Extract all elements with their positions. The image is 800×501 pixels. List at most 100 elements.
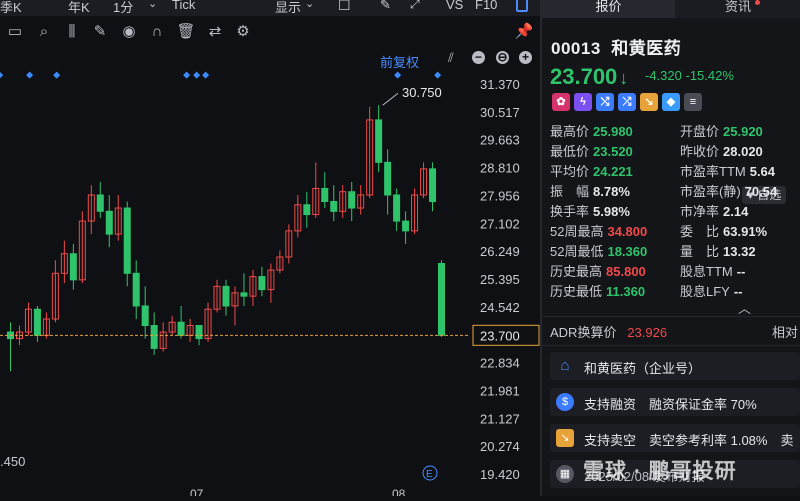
last-price-value: 23.700 bbox=[550, 64, 618, 89]
reset-zoom-icon[interactable]: ⊖ bbox=[496, 51, 509, 64]
zoom-out-icon[interactable]: − bbox=[472, 51, 485, 64]
indicator-icon[interactable]: ⫽ bbox=[448, 50, 454, 66]
search-icon[interactable]: ⌕ bbox=[34, 22, 54, 42]
kline-svg[interactable]: 31.370 30.517 29.663 28.810 27.956 27.102 26.2… bbox=[0, 48, 541, 501]
kline-chart[interactable]: 31.370 30.517 29.663 28.810 27.956 27.102 26.2… bbox=[0, 48, 541, 501]
quote-key: 市盈率TTM bbox=[680, 164, 746, 179]
quote-key: 最高价 bbox=[550, 124, 590, 139]
drawing-toolbar: ▭ ⌕ ⫼ ✎ ◉ ∩ 🗑 ⇄ ⚙ 📌 bbox=[0, 18, 541, 48]
left-quote-4: 换手率 5.98% bbox=[550, 201, 630, 220]
fuquan-selector[interactable]: 前复权 bbox=[380, 52, 419, 71]
period-toolbar: 季K 年K 1分 ⌄ Tick 显示 ⌄ ☐ ✎ ⤢ VS F10 bbox=[0, 0, 541, 16]
event-marker bbox=[0, 71, 4, 79]
collapse-chevron-icon[interactable]: ︿ bbox=[738, 298, 751, 317]
price-change: -4.320 -15.42% bbox=[645, 68, 734, 83]
pin-icon[interactable]: 📌 bbox=[514, 22, 534, 42]
adr-value: 23.926 bbox=[627, 325, 668, 340]
event-marker bbox=[434, 71, 442, 79]
zoom-in-icon[interactable]: + bbox=[519, 51, 532, 64]
y-tick-label: 27.102 bbox=[480, 216, 520, 231]
quote-value: 85.800 bbox=[606, 264, 646, 279]
display-menu[interactable]: 显示 bbox=[275, 0, 301, 16]
left-quote-5: 52周最高 34.800 bbox=[550, 221, 647, 240]
y-tick-label: 29.663 bbox=[480, 133, 520, 148]
candle-body bbox=[33, 308, 41, 336]
quote-key: 开盘价 bbox=[680, 124, 720, 139]
adr-row: ADR换算价 23.926 相对 bbox=[550, 322, 798, 341]
dollar-icon: $ bbox=[556, 393, 574, 411]
f10-button[interactable]: F10 bbox=[475, 0, 497, 12]
quote-value: 18.360 bbox=[607, 244, 648, 259]
tab-news[interactable]: 资讯 bbox=[676, 0, 800, 18]
left-quote-7: 历史最高 85.800 bbox=[550, 261, 646, 280]
quote-value: -- bbox=[733, 284, 743, 299]
layout-toggle-icon[interactable] bbox=[516, 0, 528, 12]
magnet-icon[interactable]: ∩ bbox=[147, 22, 167, 42]
pen-icon[interactable]: ✎ bbox=[90, 22, 110, 42]
candle-body bbox=[132, 272, 140, 307]
short-selling-label: 支持卖空 卖空参考利率 1.08% 卖 bbox=[584, 433, 794, 448]
brush-icon[interactable]: ✎ bbox=[380, 0, 391, 13]
shuffle-icon[interactable]: ⤭ bbox=[596, 93, 614, 111]
candle-body bbox=[150, 325, 158, 349]
trend-down-icon[interactable]: ↘ bbox=[640, 93, 658, 111]
quote-value: 28.020 bbox=[723, 144, 763, 159]
candle-tool-icon[interactable]: ⫼ bbox=[62, 22, 82, 42]
eye-icon[interactable]: ◉ bbox=[119, 22, 139, 42]
left-quote-0: 最高价 25.980 bbox=[550, 121, 633, 140]
period-tick[interactable]: Tick bbox=[172, 0, 195, 12]
square-icon[interactable]: ☐ bbox=[338, 0, 351, 14]
gear-icon[interactable]: ⚙ bbox=[233, 22, 253, 42]
chevron-down-icon[interactable]: ⌄ bbox=[148, 0, 157, 10]
left-quote-1: 最低价 23.520 bbox=[550, 141, 633, 160]
short-trend-icon: ↘ bbox=[556, 429, 574, 447]
company-account-row[interactable]: ⌂ 和黄医药（企业号） bbox=[550, 352, 800, 380]
right-quote-4: 市净率 2.14 bbox=[680, 201, 748, 220]
y-tick-label: 26.249 bbox=[480, 244, 520, 259]
y-tick-label: 25.395 bbox=[480, 272, 520, 287]
candle-body bbox=[438, 263, 446, 336]
candle-body bbox=[384, 161, 392, 196]
right-quote-1: 昨收价 28.020 bbox=[680, 141, 763, 160]
right-quote-2: 市盈率TTM 5.64 bbox=[680, 161, 775, 180]
candle-body bbox=[123, 207, 131, 274]
event-marker bbox=[53, 71, 61, 79]
margin-financing-row[interactable]: $ 支持融资 融资保证金率 70% bbox=[550, 388, 800, 416]
fullscreen-icon[interactable]: ⤢ bbox=[410, 0, 420, 12]
right-quote-8: 股息LFY -- bbox=[680, 281, 743, 300]
candle-body bbox=[402, 220, 410, 232]
divider bbox=[542, 316, 800, 317]
comment-icon[interactable]: ▭ bbox=[5, 22, 25, 42]
tag-icon[interactable]: ◆ bbox=[662, 93, 680, 111]
adr-label: ADR换算价 bbox=[550, 325, 617, 340]
quote-value: 63.91% bbox=[723, 224, 768, 239]
trash-icon[interactable]: 🗑 bbox=[176, 22, 196, 42]
candle-body bbox=[177, 321, 185, 336]
sync-icon[interactable]: ⇄ bbox=[205, 22, 225, 42]
chevron-down-icon[interactable]: ⌄ bbox=[305, 0, 314, 10]
quote-key: 振 幅 bbox=[550, 184, 590, 199]
document-icon[interactable]: ≡ bbox=[684, 93, 702, 111]
left-quote-6: 52周最低 18.360 bbox=[550, 241, 647, 260]
y-tick-label: 20.274 bbox=[480, 439, 520, 454]
down-arrow-icon: ↓ bbox=[619, 68, 629, 88]
period-year-k[interactable]: 年K bbox=[68, 0, 90, 16]
margin-financing-label: 支持融资 融资保证金率 70% bbox=[584, 397, 757, 412]
short-selling-row[interactable]: ↘ 支持卖空 卖空参考利率 1.08% 卖 bbox=[550, 424, 800, 452]
left-edge-label: .450 bbox=[0, 454, 25, 469]
candle-body bbox=[303, 204, 311, 216]
x-tick-label: 07 bbox=[190, 487, 204, 496]
hk-flower-icon[interactable]: ✿ bbox=[552, 93, 570, 111]
lightning-icon[interactable]: ϟ bbox=[574, 93, 592, 111]
stock-name: 和黄医药 bbox=[611, 39, 682, 58]
vs-button[interactable]: VS bbox=[446, 0, 463, 12]
quote-key: 历史最高 bbox=[550, 264, 603, 279]
period-1min[interactable]: 1分 bbox=[113, 0, 133, 16]
tab-quote[interactable]: 报价 bbox=[542, 0, 675, 18]
shuffle-alt-icon[interactable]: ⤮ bbox=[618, 93, 636, 111]
period-quarter-k[interactable]: 季K bbox=[0, 0, 22, 16]
y-tick-label: 31.370 bbox=[480, 77, 520, 92]
quote-key: 52周最高 bbox=[550, 224, 604, 239]
candle-body bbox=[321, 187, 329, 203]
quote-value: 24.221 bbox=[593, 164, 633, 179]
